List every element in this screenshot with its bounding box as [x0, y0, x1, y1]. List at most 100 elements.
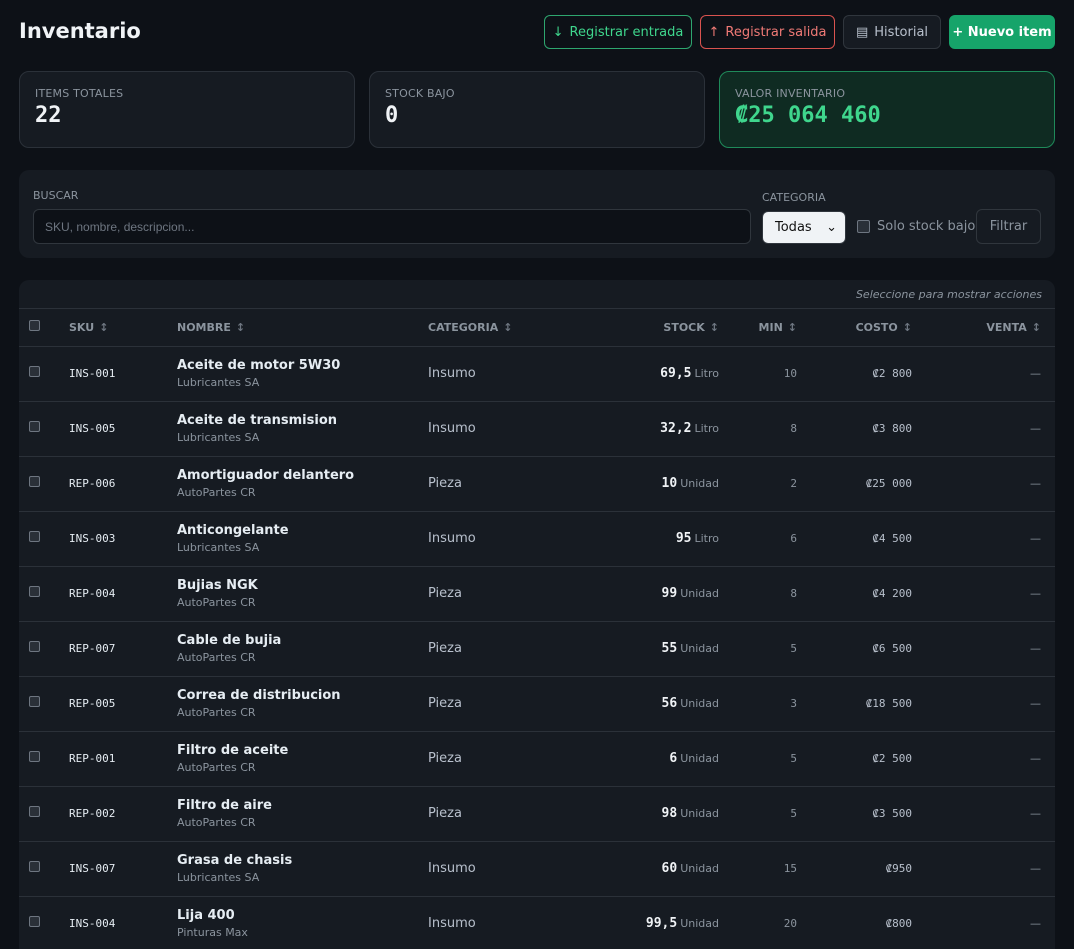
col-stock-label: STOCK [663, 320, 705, 334]
name-cell: Filtro de aire AutoPartes CR [177, 786, 428, 842]
sku-cell: INS-003 [63, 511, 177, 567]
table-row[interactable]: INS-007 Grasa de chasis Lubricantes SA Insu… [19, 841, 1055, 897]
category-cell: Pieza [428, 676, 568, 732]
name-cell: Cable de bujia AutoPartes CR [177, 621, 428, 677]
sale-cell: — [928, 511, 1055, 567]
sku-cell: REP-001 [63, 731, 177, 787]
item-supplier: Lubricantes SA [177, 376, 260, 389]
category-cell: Pieza [428, 621, 568, 677]
row-checkbox[interactable] [29, 476, 40, 487]
min-cell: 8 [729, 566, 811, 622]
sku-cell: INS-005 [63, 401, 177, 457]
row-checkbox[interactable] [29, 861, 40, 872]
sku-cell: REP-002 [63, 786, 177, 842]
cost-value: ₡2 800 [872, 367, 912, 380]
register-entry-button[interactable]: ↓ Registrar entrada [544, 15, 692, 49]
col-sale[interactable]: VENTA ↕ [928, 309, 1055, 347]
row-checkbox[interactable] [29, 806, 40, 817]
row-checkbox[interactable] [29, 531, 40, 542]
min-value: 3 [790, 697, 797, 710]
table-row[interactable]: REP-007 Cable de bujia AutoPartes CR Pieza 5… [19, 621, 1055, 677]
sale-value: — [1030, 752, 1041, 765]
table-row[interactable]: REP-005 Correa de distribucion AutoPartes … [19, 676, 1055, 732]
sale-cell: — [928, 456, 1055, 512]
item-category: Pieza [428, 806, 462, 821]
filter-button[interactable]: Filtrar [976, 209, 1041, 244]
cost-value: ₡6 500 [872, 642, 912, 655]
row-select-cell [19, 621, 63, 677]
cost-cell: ₡3 500 [811, 786, 928, 842]
table-row[interactable]: REP-001 Filtro de aceite AutoPartes CR Piez… [19, 731, 1055, 787]
min-cell: 8 [729, 401, 811, 457]
row-select-cell [19, 896, 63, 949]
table-row[interactable]: REP-004 Bujias NGK AutoPartes CR Pieza 99 Uni… [19, 566, 1055, 622]
min-value: 10 [783, 367, 797, 380]
min-value: 8 [790, 587, 797, 600]
sku-cell: INS-004 [63, 896, 177, 949]
table-row[interactable]: INS-004 Lija 400 Pinturas Max Insumo 99,5 Uni… [19, 896, 1055, 949]
row-checkbox[interactable] [29, 421, 40, 432]
item-name: Grasa de chasis [177, 853, 293, 868]
history-button[interactable]: ▤ Historial [843, 15, 941, 49]
stat-label: VALOR INVENTARIO [735, 87, 846, 100]
col-cost[interactable]: COSTO ↕ [811, 309, 928, 347]
item-name: Bujias NGK [177, 578, 258, 593]
row-checkbox[interactable] [29, 641, 40, 652]
category-select[interactable]: Todas ⌄ [762, 211, 846, 244]
search-label: BUSCAR [33, 189, 79, 202]
low-stock-toggle[interactable]: Solo stock bajo [857, 219, 975, 234]
sale-value: — [1030, 917, 1041, 930]
stock-cell: 32,2 Litro [568, 401, 729, 457]
cost-cell: ₡3 800 [811, 401, 928, 457]
sort-icon: ↕ [1031, 320, 1041, 334]
col-stock[interactable]: STOCK ↕ [568, 309, 729, 347]
stock-value: 6 [669, 751, 678, 766]
row-select-cell [19, 511, 63, 567]
col-sku[interactable]: SKU ↕ [63, 309, 177, 347]
row-checkbox[interactable] [29, 696, 40, 707]
item-supplier: Pinturas Max [177, 926, 248, 939]
row-checkbox[interactable] [29, 916, 40, 927]
select-all-checkbox[interactable] [29, 320, 40, 332]
item-name: Cable de bujia [177, 633, 282, 648]
cost-cell: ₡800 [811, 896, 928, 949]
item-name: Aceite de motor 5W30 [177, 358, 341, 373]
inventory-table: SKU ↕ NOMBRE ↕ CATEGORIA ↕ STOCK ↕ MIN ↕ COST… [19, 309, 1055, 949]
col-min[interactable]: MIN ↕ [729, 309, 811, 347]
category-cell: Pieza [428, 456, 568, 512]
arrow-down-icon: ↓ [552, 24, 564, 40]
search-input[interactable] [33, 209, 751, 244]
table-row[interactable]: REP-006 Amortiguador delantero AutoPartes … [19, 456, 1055, 512]
new-item-button[interactable]: + Nuevo item [949, 15, 1055, 49]
sku: REP-007 [69, 642, 116, 655]
row-checkbox[interactable] [29, 366, 40, 377]
stock-value: 60 [661, 861, 678, 876]
cost-cell: ₡18 500 [811, 676, 928, 732]
table-row[interactable]: REP-002 Filtro de aire AutoPartes CR Pieza 9… [19, 786, 1055, 842]
name-cell: Aceite de motor 5W30 Lubricantes SA [177, 346, 428, 402]
item-category: Pieza [428, 586, 462, 601]
item-supplier: AutoPartes CR [177, 596, 256, 609]
stock-value: 56 [661, 696, 678, 711]
sort-icon: ↕ [99, 320, 109, 334]
sku-cell: REP-006 [63, 456, 177, 512]
table-row[interactable]: INS-001 Aceite de motor 5W30 Lubricantes S… [19, 346, 1055, 402]
table-row[interactable]: INS-003 Anticongelante Lubricantes SA Insum… [19, 511, 1055, 567]
row-checkbox[interactable] [29, 586, 40, 597]
min-value: 20 [783, 917, 797, 930]
row-checkbox[interactable] [29, 751, 40, 762]
sku-cell: REP-005 [63, 676, 177, 732]
stock-value: 55 [661, 641, 678, 656]
col-category[interactable]: CATEGORIA ↕ [428, 309, 568, 347]
col-name[interactable]: NOMBRE ↕ [177, 309, 428, 347]
low-stock-checkbox[interactable] [857, 220, 870, 233]
sale-value: — [1030, 532, 1041, 545]
table-header-row: SKU ↕ NOMBRE ↕ CATEGORIA ↕ STOCK ↕ MIN ↕ COST… [19, 309, 1055, 347]
stock-cell: 10 Unidad [568, 456, 729, 512]
stock-value: 69,5 [660, 366, 692, 381]
stat-value: 22 [35, 103, 62, 128]
register-exit-button[interactable]: ↑ Registrar salida [700, 15, 835, 49]
sale-cell: — [928, 621, 1055, 677]
table-row[interactable]: INS-005 Aceite de transmision Lubricantes … [19, 401, 1055, 457]
register-exit-label: Registrar salida [725, 24, 827, 40]
